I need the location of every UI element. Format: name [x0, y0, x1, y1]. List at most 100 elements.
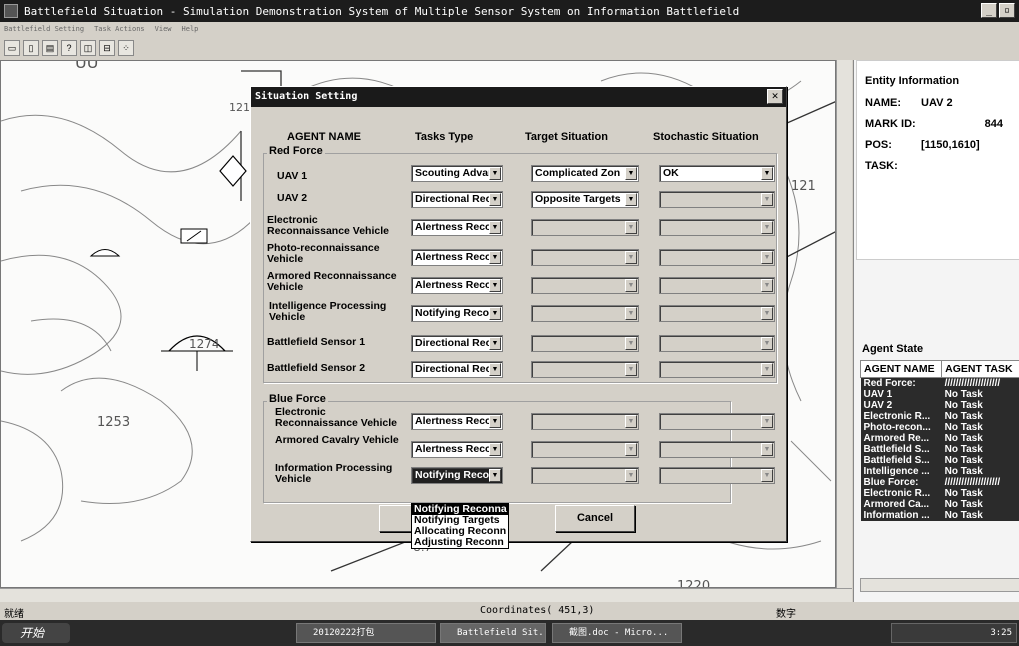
start-button[interactable]: 开始	[2, 623, 70, 643]
table-row[interactable]: Information ... No Task	[860, 510, 1019, 521]
target-situation-select[interactable]: Complicated Zon ▼	[531, 165, 639, 182]
window-split-icon[interactable]: ◫	[80, 40, 96, 56]
maximize-button[interactable]: ▫	[999, 3, 1015, 18]
dropdown-option[interactable]: Notifying Targets	[412, 515, 508, 526]
tasks-type-select[interactable]: Notifying Reco ▼	[411, 467, 503, 484]
task-key: TASK:	[865, 160, 898, 172]
agent-name-cell: UAV 2	[860, 400, 942, 411]
tasks-type-select-value: Directional Rec	[415, 363, 492, 375]
chevron-down-icon[interactable]: ▼	[489, 221, 501, 234]
minimize-button[interactable]: _	[981, 3, 997, 18]
tasks-type-select[interactable]: Directional Rec ▼	[411, 191, 503, 208]
target-situation-select: ▼	[531, 441, 639, 458]
tasks-type-select[interactable]: Alertness Reco ▼	[411, 219, 503, 236]
paste-icon[interactable]: ▤	[42, 40, 58, 56]
dropdown-option[interactable]: Allocating Reconn	[412, 526, 508, 537]
grid-icon[interactable]: ⁘	[118, 40, 134, 56]
chevron-down-icon[interactable]: ▼	[625, 167, 637, 180]
cancel-button[interactable]: Cancel	[555, 505, 635, 532]
menu-view[interactable]: View	[155, 25, 172, 33]
stochastic-situation-select[interactable]: OK ▼	[659, 165, 775, 182]
chevron-down-icon[interactable]: ▼	[489, 469, 501, 482]
stochastic-situation-select: ▼	[659, 277, 775, 294]
chevron-down-icon[interactable]: ▼	[489, 415, 501, 428]
table-row[interactable]: Electronic R... No Task	[860, 411, 1019, 422]
tasks-type-select[interactable]: Alertness Reco ▼	[411, 441, 503, 458]
chevron-down-icon[interactable]: ▼	[489, 167, 501, 180]
stochastic-situation-select: ▼	[659, 413, 775, 430]
pos-key: POS:	[865, 139, 892, 151]
agent-row-label: UAV 1	[277, 170, 308, 182]
chevron-down-icon[interactable]: ▼	[489, 363, 501, 376]
agent-task-cell: ////////////////////	[941, 477, 1019, 488]
map-vertical-scrollbar[interactable]	[836, 60, 852, 588]
chevron-down-icon: ▼	[625, 221, 637, 234]
agent-name-cell: Electronic R...	[860, 411, 942, 422]
chevron-down-icon[interactable]: ▼	[489, 279, 501, 292]
help-icon[interactable]: ?	[61, 40, 77, 56]
target-situation-select[interactable]: Opposite Targets ▼	[531, 191, 639, 208]
target-situation-select: ▼	[531, 305, 639, 322]
map-horizontal-scrollbar[interactable]	[0, 588, 852, 602]
tasks-type-select[interactable]: Scouting Advar ▼	[411, 165, 503, 182]
agent-task-cell: No Task	[941, 411, 1019, 422]
stochastic-situation-select: ▼	[659, 361, 775, 378]
tasks-type-select[interactable]: Notifying Recoi ▼	[411, 305, 503, 322]
taskbar-item[interactable]: 20120222打包	[296, 623, 436, 643]
target-situation-select-value: Opposite Targets	[535, 193, 621, 205]
menu-help[interactable]: Help	[182, 25, 199, 33]
chevron-down-icon: ▼	[761, 415, 773, 428]
chevron-down-icon[interactable]: ▼	[489, 307, 501, 320]
tasks-type-select[interactable]: Directional Rec ▼	[411, 335, 503, 352]
table-row[interactable]: Blue Force:////////////////////	[860, 477, 1019, 488]
tasks-type-dropdown-list[interactable]: Notifying Reconna Notifying Targets Alloca…	[411, 503, 509, 549]
tasks-type-select[interactable]: Alertness Reco ▼	[411, 413, 503, 430]
agent-task-cell: No Task	[941, 510, 1019, 521]
map-label: 1220	[677, 579, 711, 588]
chevron-down-icon[interactable]: ▼	[489, 337, 501, 350]
chevron-down-icon: ▼	[761, 279, 773, 292]
copy-icon[interactable]: ▯	[23, 40, 39, 56]
tasks-type-select[interactable]: Alertness Reco ▼	[411, 277, 503, 294]
agent-name-cell: Armored Re...	[860, 433, 942, 444]
table-row[interactable]: UAV 1 No Task	[860, 389, 1019, 400]
col-agent-task[interactable]: AGENT TASK	[941, 360, 1019, 378]
agent-task-cell: ////////////////////	[941, 377, 1019, 389]
dropdown-option[interactable]: Notifying Reconna	[412, 504, 508, 515]
menu-task-actions[interactable]: Task Actions	[94, 25, 145, 33]
taskbar-item-active[interactable]: Battlefield Sit...	[440, 623, 546, 643]
dropdown-option[interactable]: Adjusting Reconn	[412, 537, 508, 548]
table-row[interactable]: Battlefield S... No Task	[860, 444, 1019, 455]
table-row[interactable]: Intelligence ... No Task	[860, 466, 1019, 477]
table-row[interactable]: Photo-recon... No Task	[860, 422, 1019, 433]
table-row[interactable]: Red Force:////////////////////	[860, 377, 1019, 389]
agent-row-label: Intelligence Processing Vehicle	[269, 300, 387, 323]
table-row[interactable]: Armored Ca... No Task	[860, 499, 1019, 510]
mark-id-key: MARK ID:	[865, 118, 916, 130]
menu-battlefield-setting[interactable]: Battlefield Setting	[4, 25, 84, 33]
col-agent-name[interactable]: AGENT NAME	[859, 360, 943, 378]
tasks-type-select-value: Notifying Recoi	[415, 307, 493, 319]
agent-task-cell: No Task	[941, 400, 1019, 411]
agent-task-cell: No Task	[941, 499, 1019, 510]
map-label: 121	[791, 179, 816, 194]
close-icon[interactable]: ✕	[767, 89, 783, 104]
table-row[interactable]: Battlefield S... No Task	[860, 455, 1019, 466]
agent-table-scrollbar[interactable]	[860, 578, 1019, 592]
pos-value: [1150,1610]	[921, 139, 980, 151]
panel-icon[interactable]: ⊟	[99, 40, 115, 56]
tasks-type-select[interactable]: Directional Rec ▼	[411, 361, 503, 378]
table-row[interactable]: Armored Re... No Task	[860, 433, 1019, 444]
chevron-down-icon[interactable]: ▼	[761, 167, 773, 180]
chevron-down-icon[interactable]: ▼	[489, 443, 501, 456]
chevron-down-icon[interactable]: ▼	[625, 193, 637, 206]
target-situation-select: ▼	[531, 249, 639, 266]
open-icon[interactable]: ▭	[4, 40, 20, 56]
window-titlebar: Battlefield Situation - Simulation Demon…	[0, 0, 1019, 22]
tasks-type-select[interactable]: Alertness Reco ▼	[411, 249, 503, 266]
chevron-down-icon[interactable]: ▼	[489, 193, 501, 206]
taskbar-item[interactable]: 截图.doc - Micro...	[552, 623, 682, 643]
chevron-down-icon[interactable]: ▼	[489, 251, 501, 264]
table-row[interactable]: Electronic R... No Task	[860, 488, 1019, 499]
table-row[interactable]: UAV 2 No Task	[860, 400, 1019, 411]
